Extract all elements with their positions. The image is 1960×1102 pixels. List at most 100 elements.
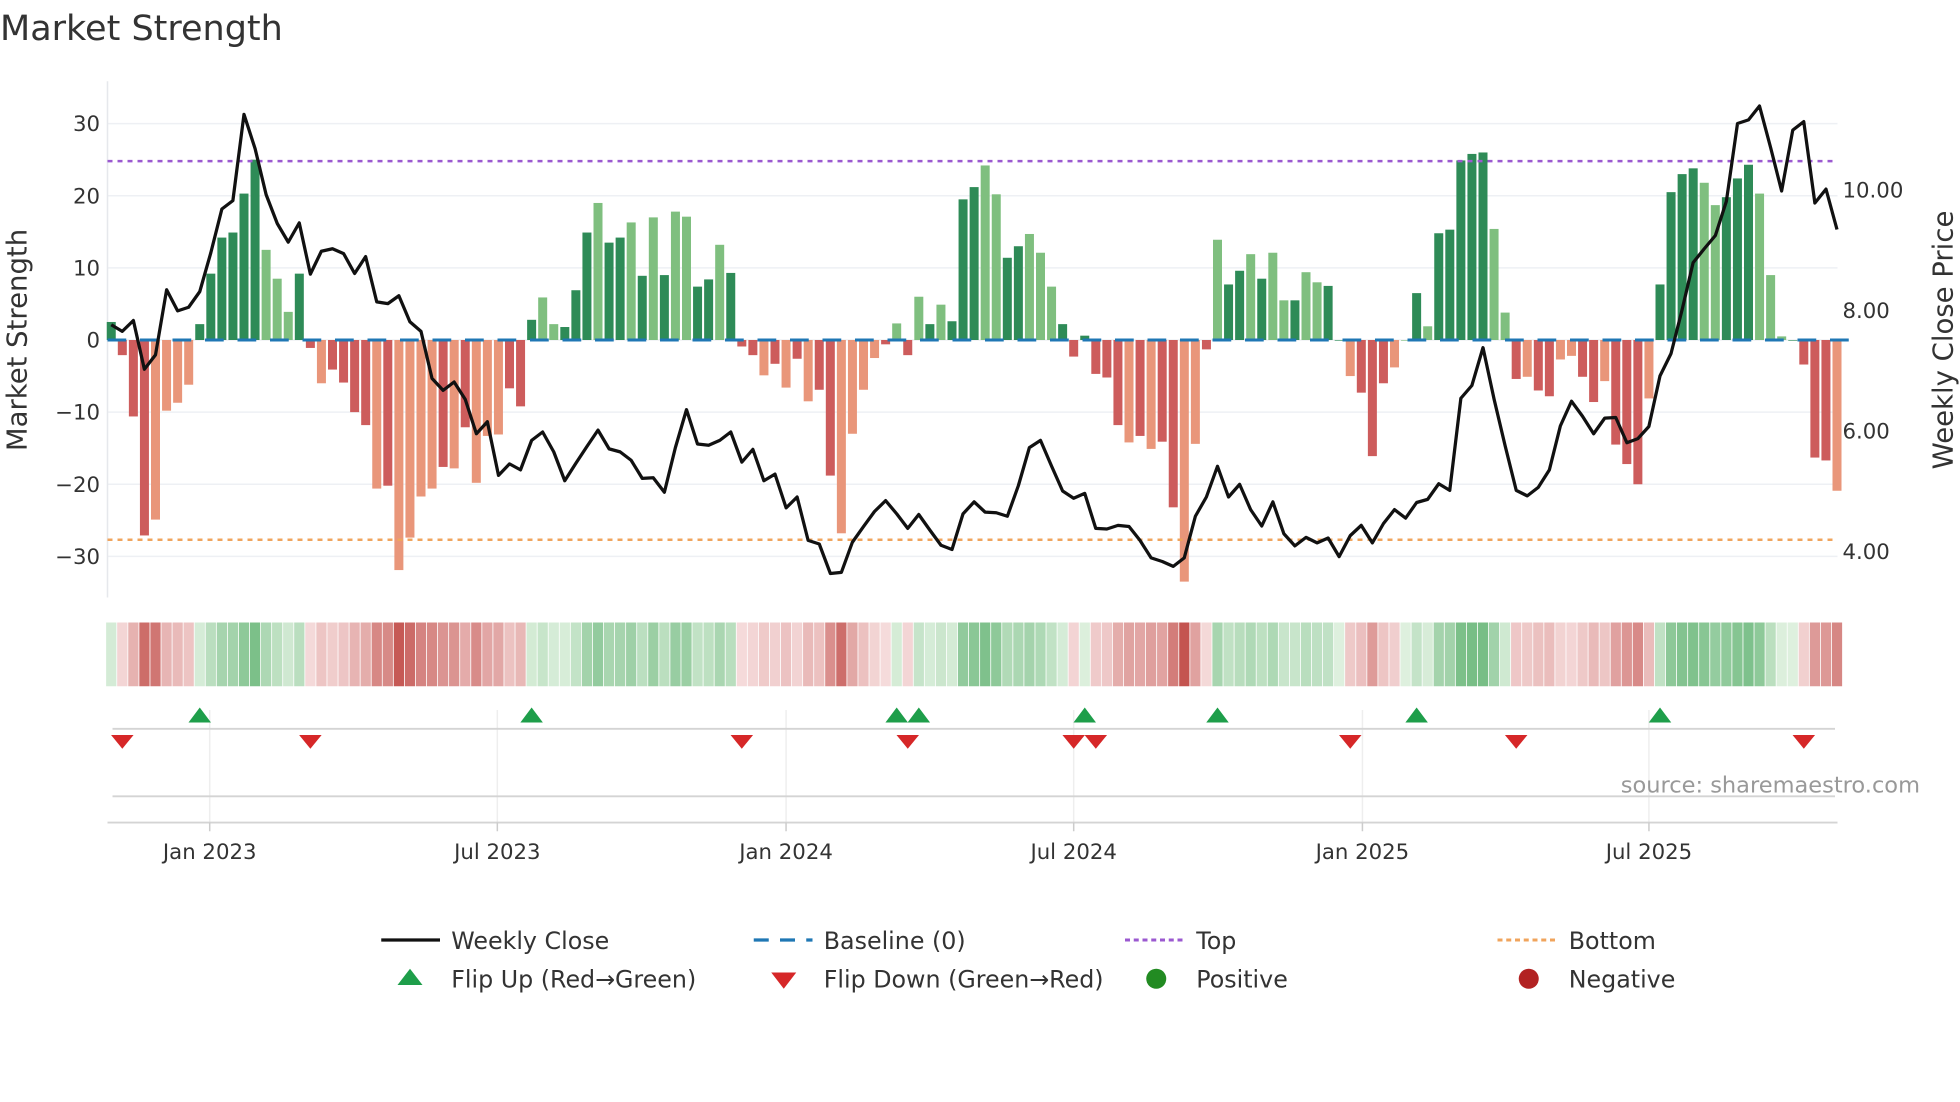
bar-negative <box>184 340 194 385</box>
bar-positive <box>1235 270 1245 340</box>
bar-positive <box>228 232 238 340</box>
strip-cell <box>537 622 548 687</box>
strip-cell <box>548 622 559 687</box>
strip-cell <box>1765 622 1776 687</box>
strip-cell <box>504 622 515 687</box>
strip-cell <box>1444 622 1455 687</box>
strip-cell <box>316 622 327 687</box>
bar-negative <box>1345 340 1355 377</box>
strip-cell <box>858 622 869 687</box>
bar-positive <box>1323 285 1333 340</box>
strip-cell <box>1577 622 1588 687</box>
bar-negative <box>903 340 913 356</box>
svg-text:Negative: Negative <box>1569 966 1676 994</box>
bar-negative <box>781 340 791 388</box>
bar-negative <box>870 340 880 359</box>
strip-cell <box>1555 622 1566 687</box>
bar-negative <box>748 340 758 356</box>
bar-positive <box>195 324 205 340</box>
strip-cell <box>1068 622 1079 687</box>
strip-cell <box>1057 622 1068 687</box>
flip-up-marker-icon <box>1073 707 1096 723</box>
strip-cell <box>869 622 880 687</box>
strip-cell <box>482 622 493 687</box>
x-tick-label: Jul 2023 <box>452 840 540 865</box>
strip-cell <box>393 622 404 687</box>
circle-green-icon <box>1146 968 1167 989</box>
bar-negative <box>361 340 371 426</box>
chart-title: Market Strength <box>0 9 283 49</box>
bar-negative <box>493 340 503 435</box>
bar-positive <box>1290 300 1300 340</box>
strip-cell <box>426 622 438 687</box>
bar-negative <box>1367 340 1377 457</box>
strip-cell <box>603 622 615 687</box>
bar-negative <box>128 340 138 417</box>
strip-cell <box>460 622 471 687</box>
strip-cell <box>139 622 150 687</box>
bar-positive <box>637 275 647 340</box>
bar-negative <box>825 340 835 476</box>
bar-positive <box>626 222 636 340</box>
strip-cell <box>515 622 526 687</box>
legend-baseline[interactable]: Baseline (0) <box>753 927 966 955</box>
bar-negative <box>1378 340 1388 384</box>
strip-cell <box>216 622 227 687</box>
bar-positive <box>925 324 935 340</box>
bar-negative <box>1810 340 1820 458</box>
bar-positive <box>936 304 946 340</box>
legend-bottom[interactable]: Bottom <box>1497 927 1656 955</box>
legend-weekly-close[interactable]: Weekly Close <box>381 927 609 955</box>
bar-positive <box>217 237 227 340</box>
bar-positive <box>704 279 714 340</box>
bar-positive <box>1279 300 1289 340</box>
legend-flip-down[interactable]: Flip Down (Green→Red) <box>771 966 1104 994</box>
legend-flip-up[interactable]: Flip Up (Red→Green) <box>397 966 697 994</box>
y-axis-title: Market Strength <box>1 229 33 451</box>
bar-negative <box>859 340 868 390</box>
strip-cell <box>1112 622 1124 687</box>
x-tick-label: Jan 2023 <box>161 840 257 865</box>
legend-negative[interactable]: Negative <box>1518 966 1676 994</box>
strip-cell <box>1721 622 1732 687</box>
bar-positive <box>549 324 559 340</box>
bar-negative <box>1146 340 1156 449</box>
strip-cell <box>1500 622 1511 687</box>
strip-cell <box>814 622 825 687</box>
strip-cell <box>825 622 836 687</box>
strip-cell <box>969 622 980 687</box>
strip-cell <box>1101 622 1112 687</box>
bar-negative <box>1113 340 1123 426</box>
bar-negative <box>1578 340 1588 377</box>
strip-cell <box>404 622 416 687</box>
svg-text:Flip Up (Red→Green): Flip Up (Red→Green) <box>451 966 696 994</box>
strip-cell <box>1455 622 1466 687</box>
bar-negative <box>1511 340 1521 379</box>
strip-cell <box>1677 622 1688 687</box>
strip-cell <box>626 622 637 687</box>
strip-cell <box>249 622 261 687</box>
bar-negative <box>471 340 481 483</box>
strip-cell <box>338 622 349 687</box>
bar-negative <box>1821 340 1831 461</box>
strip-cell <box>935 622 947 687</box>
bar-negative <box>1567 340 1576 356</box>
y2-tick-label: 6.00 <box>1843 419 1890 444</box>
legend-top[interactable]: Top <box>1125 927 1236 955</box>
strip-cell <box>991 622 1002 687</box>
strip-cell <box>1090 622 1101 687</box>
strip-cell <box>1168 622 1179 687</box>
strip-cell <box>238 622 250 687</box>
strip-cell <box>305 622 316 687</box>
legend-positive[interactable]: Positive <box>1146 966 1288 994</box>
strip-cell <box>1699 622 1710 687</box>
bar-negative <box>759 340 769 376</box>
bar-positive <box>1036 252 1045 340</box>
strip-cell <box>272 622 283 687</box>
strip-cell <box>227 622 239 687</box>
bar-positive <box>1268 252 1278 340</box>
flip-down-marker-icon <box>1792 735 1816 749</box>
strip-cell <box>1710 622 1721 687</box>
bar-positive <box>261 249 271 340</box>
bar-negative <box>162 340 172 411</box>
